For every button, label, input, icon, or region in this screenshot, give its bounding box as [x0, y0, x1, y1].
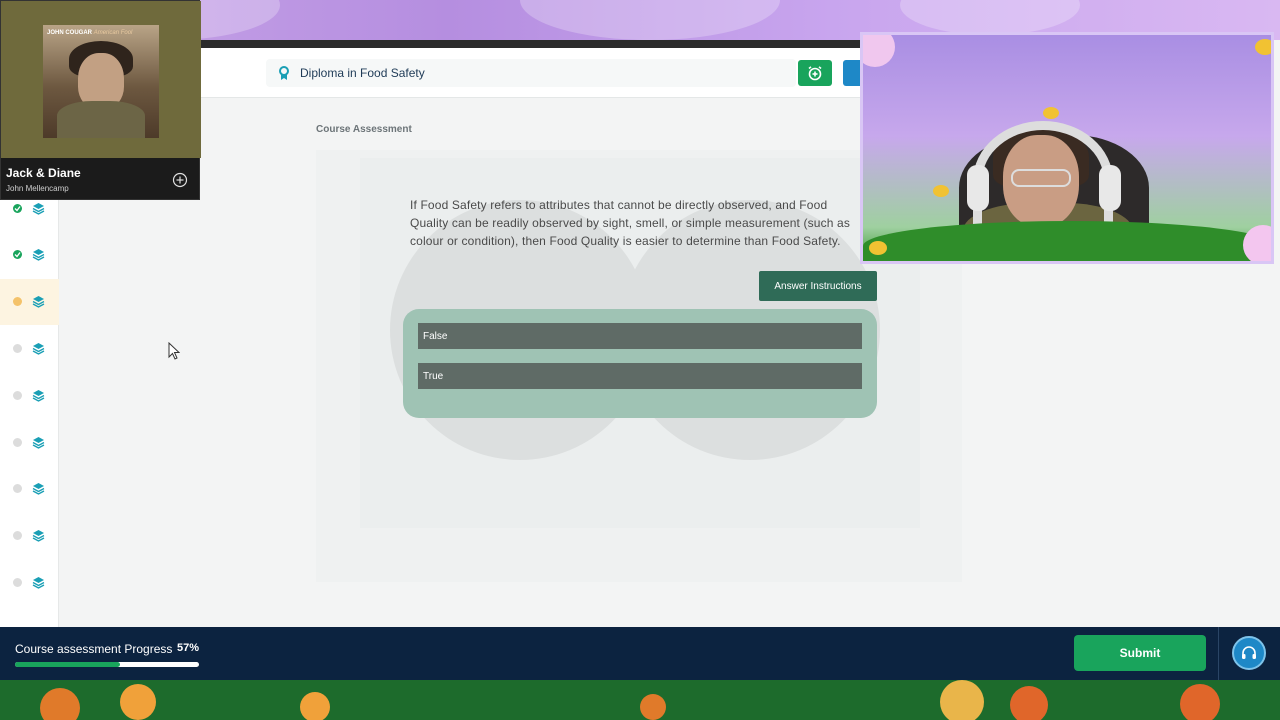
partial-header-button[interactable] [843, 60, 860, 86]
bee-decoration [933, 185, 949, 197]
status-dot [13, 577, 22, 587]
layers-icon [32, 436, 45, 449]
alarm-add-icon [808, 66, 822, 81]
progress-bar [15, 662, 199, 667]
mouse-cursor [168, 342, 180, 360]
sidebar-item[interactable] [0, 513, 59, 559]
status-dot [13, 437, 22, 447]
layers-icon [32, 342, 45, 355]
status-dot [13, 484, 22, 494]
ribbon-icon [279, 66, 289, 80]
answer-instructions-button[interactable]: Answer Instructions [759, 271, 877, 301]
album-cover-text: JOHN COUGAR American Fool [47, 30, 132, 36]
bee-decoration [1043, 107, 1059, 119]
track-title: Jack & Diane [6, 166, 81, 180]
footer-divider [1218, 627, 1219, 680]
sidebar-item[interactable] [0, 325, 59, 371]
answer-option-false[interactable]: False [418, 323, 862, 349]
plus-circle-icon[interactable] [172, 172, 188, 188]
stream-overlay-bottom [0, 680, 1280, 720]
layers-icon [32, 249, 45, 262]
sidebar-item[interactable] [0, 466, 59, 512]
bee-decoration [869, 241, 887, 255]
status-dot [13, 203, 22, 213]
answer-options-panel: False True [403, 309, 877, 418]
progress-percent: 57% [177, 642, 200, 654]
webcam-overlay [860, 32, 1274, 264]
sidebar-item[interactable] [0, 372, 59, 418]
status-dot [13, 343, 22, 353]
course-title: Diploma in Food Safety [300, 66, 425, 80]
assessment-sidebar [0, 185, 59, 627]
layers-icon [32, 296, 45, 308]
album-title: American Fool [93, 30, 133, 36]
sidebar-item[interactable] [0, 278, 59, 325]
bee-decoration [1255, 39, 1271, 55]
status-dot [13, 531, 22, 541]
section-label: Course Assessment [316, 124, 412, 135]
status-dot [13, 297, 22, 307]
course-header: Diploma in Food Safety [200, 48, 860, 98]
album-artist: JOHN COUGAR [47, 30, 93, 36]
sidebar-item[interactable] [0, 419, 59, 465]
headset-icon [1242, 646, 1256, 659]
progress-bar-fill [15, 662, 120, 667]
layers-icon [32, 202, 45, 215]
browser-bar [200, 40, 860, 48]
layers-icon [32, 389, 45, 402]
sidebar-item[interactable] [0, 232, 59, 278]
now-playing-widget: JOHN COUGAR American Fool Jack & Diane J… [0, 0, 201, 200]
flower-decoration [863, 35, 895, 67]
sidebar-item[interactable] [0, 559, 59, 605]
answer-option-true[interactable]: True [418, 363, 862, 389]
layers-icon [32, 483, 45, 496]
track-artist: John Mellencamp [6, 184, 69, 193]
grass-decoration [863, 221, 1271, 261]
alarm-button[interactable] [798, 60, 832, 86]
submit-button[interactable]: Submit [1074, 635, 1206, 671]
layers-icon [32, 530, 45, 542]
progress-footer: Course assessment Progress 57% Submit [0, 627, 1280, 680]
course-title-box: Diploma in Food Safety [266, 59, 796, 87]
progress-label: Course assessment Progress [15, 642, 173, 656]
question-text: If Food Safety refers to attributes that… [410, 198, 851, 248]
status-dot [13, 390, 22, 400]
status-dot [13, 250, 22, 260]
help-button[interactable] [1232, 636, 1266, 670]
flower-decoration [1243, 225, 1271, 261]
layers-icon [32, 576, 45, 589]
album-cover: JOHN COUGAR American Fool [43, 25, 159, 138]
